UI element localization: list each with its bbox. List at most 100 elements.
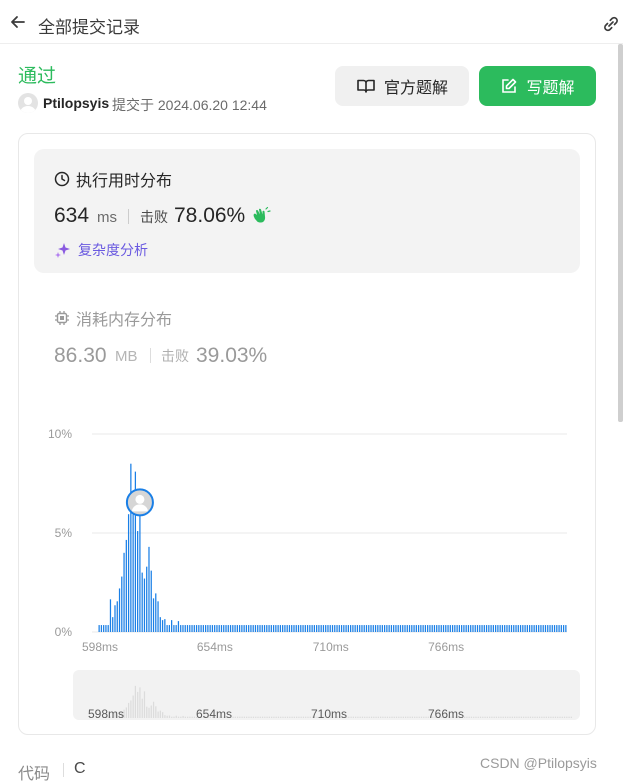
chart-bar[interactable] xyxy=(161,620,164,632)
chart-bar[interactable] xyxy=(463,625,465,632)
chart-bar[interactable] xyxy=(316,625,318,632)
chart-bar[interactable] xyxy=(515,625,517,632)
chart-bar[interactable] xyxy=(143,578,146,632)
chart-bar[interactable] xyxy=(109,599,112,632)
chart-bar[interactable] xyxy=(275,625,277,632)
chart-bar[interactable] xyxy=(458,625,461,632)
chart-bar[interactable] xyxy=(193,625,195,632)
chart-bar[interactable] xyxy=(417,625,420,632)
chart-bar[interactable] xyxy=(329,625,331,632)
chart-bar[interactable] xyxy=(531,625,533,632)
chart-bar[interactable] xyxy=(372,625,374,632)
chart-bar[interactable] xyxy=(438,625,440,632)
chart-bar[interactable] xyxy=(504,625,506,632)
chart-bar[interactable] xyxy=(370,625,372,632)
chart-bar[interactable] xyxy=(490,625,492,632)
author-name[interactable]: Ptilopsyis xyxy=(43,95,109,111)
chart-bar[interactable] xyxy=(238,625,241,632)
chart-bar[interactable] xyxy=(263,625,266,632)
chart-bar[interactable] xyxy=(465,625,467,632)
chart-bar[interactable] xyxy=(250,625,252,632)
chart-bar[interactable] xyxy=(397,625,399,632)
chart-bar[interactable] xyxy=(302,625,304,632)
chart-bar[interactable] xyxy=(340,625,343,632)
chart-bar[interactable] xyxy=(424,625,427,632)
chart-bar[interactable] xyxy=(404,625,406,632)
chart-bar[interactable] xyxy=(483,625,485,632)
chart-bar[interactable] xyxy=(510,625,513,632)
chart-bar[interactable] xyxy=(513,625,515,632)
chart-bar[interactable] xyxy=(116,601,118,632)
chart-bar[interactable] xyxy=(282,625,284,632)
chart-bar[interactable] xyxy=(467,625,470,632)
chart-bar[interactable] xyxy=(474,625,476,632)
chart-bar[interactable] xyxy=(476,625,479,632)
chart-bar[interactable] xyxy=(381,625,383,632)
chart-bar[interactable] xyxy=(547,625,549,632)
chart-bar[interactable] xyxy=(365,625,368,632)
chart-bar[interactable] xyxy=(350,625,352,632)
chart-bar[interactable] xyxy=(306,625,309,632)
chart-bar[interactable] xyxy=(137,531,139,632)
chart-bar[interactable] xyxy=(499,625,501,632)
chart-bar[interactable] xyxy=(481,625,483,632)
chart-bar[interactable] xyxy=(114,605,116,632)
chart-bar[interactable] xyxy=(173,625,175,632)
official-solution-button[interactable]: 官方题解 xyxy=(335,66,469,106)
chart-bar[interactable] xyxy=(272,625,275,632)
chart-bar[interactable] xyxy=(268,625,270,632)
chart-bar[interactable] xyxy=(379,625,381,632)
chart-bar[interactable] xyxy=(345,625,347,632)
chart-bar[interactable] xyxy=(209,625,211,632)
chart-bar[interactable] xyxy=(442,625,445,632)
chart-bar[interactable] xyxy=(433,625,436,632)
chart-bar[interactable] xyxy=(184,625,186,632)
chart-bar[interactable] xyxy=(105,625,107,632)
chart-bar[interactable] xyxy=(411,625,413,632)
chart-bar[interactable] xyxy=(540,625,542,632)
chart-bar[interactable] xyxy=(171,620,173,632)
chart-bar[interactable] xyxy=(100,625,103,632)
chart-bar[interactable] xyxy=(427,625,429,632)
chart-bar[interactable] xyxy=(347,625,349,632)
chart-bar[interactable] xyxy=(130,463,132,632)
chart-bar[interactable] xyxy=(528,625,531,632)
chart-bar[interactable] xyxy=(538,625,540,632)
chart-bar[interactable] xyxy=(118,588,121,632)
chart-bar[interactable] xyxy=(159,617,161,632)
chart-bar[interactable] xyxy=(533,625,535,632)
chart-bar[interactable] xyxy=(155,593,157,632)
chart-bar[interactable] xyxy=(336,625,338,632)
chart-bar[interactable] xyxy=(291,625,293,632)
chart-bar[interactable] xyxy=(164,619,166,632)
chart-bar[interactable] xyxy=(562,625,565,632)
chart-bar[interactable] xyxy=(243,625,245,632)
chart-bar[interactable] xyxy=(229,625,232,632)
chart-bar[interactable] xyxy=(497,625,499,632)
memory-title[interactable]: 消耗内存分布 xyxy=(54,306,172,330)
chart-bar[interactable] xyxy=(553,625,556,632)
chart-bar[interactable] xyxy=(508,625,510,632)
chart-bar[interactable] xyxy=(220,625,223,632)
chart-bar[interactable] xyxy=(343,625,345,632)
chart-bar[interactable] xyxy=(368,625,370,632)
complexity-analysis-link[interactable]: 复杂度分析 xyxy=(54,240,148,260)
chart-bar[interactable] xyxy=(248,625,250,632)
chart-bar[interactable] xyxy=(146,566,148,632)
chart-bar[interactable] xyxy=(127,514,130,632)
chart-bar[interactable] xyxy=(112,617,114,632)
chart-bar[interactable] xyxy=(556,625,558,632)
chart-bar[interactable] xyxy=(359,625,361,632)
chart-bar[interactable] xyxy=(449,625,451,632)
chart-bar[interactable] xyxy=(334,625,336,632)
arrow-left-icon[interactable] xyxy=(8,12,28,32)
chart-bar[interactable] xyxy=(150,570,152,632)
chart-bar[interactable] xyxy=(406,625,408,632)
chart-bar[interactable] xyxy=(236,625,238,632)
chart-bar[interactable] xyxy=(121,576,123,632)
chart-bar[interactable] xyxy=(211,625,214,632)
chart-bar[interactable] xyxy=(399,625,402,632)
chart-bar[interactable] xyxy=(517,625,519,632)
your-submission-marker[interactable] xyxy=(125,488,154,517)
chart-bar[interactable] xyxy=(440,625,442,632)
